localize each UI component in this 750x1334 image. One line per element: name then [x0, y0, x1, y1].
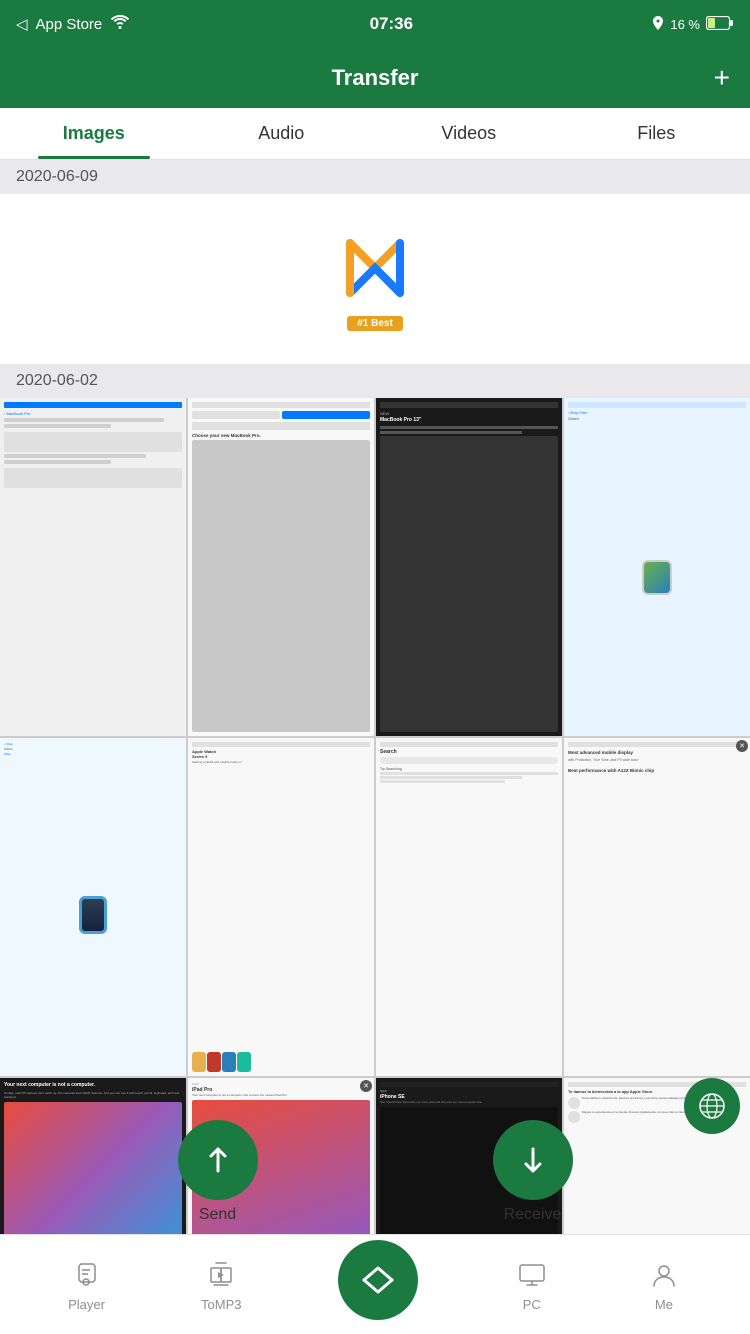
- tab-files[interactable]: Files: [563, 108, 750, 159]
- nav-pc[interactable]: PC: [514, 1257, 550, 1312]
- battery-percent: 16 %: [670, 17, 700, 32]
- tab-images[interactable]: Images: [0, 108, 188, 159]
- receive-fab-button[interactable]: Receive: [493, 1120, 573, 1224]
- nav-me[interactable]: Me: [646, 1257, 682, 1312]
- status-left: ◁ App Store: [16, 15, 130, 33]
- tomp3-label: ToMP3: [201, 1297, 241, 1312]
- globe-button[interactable]: [684, 1078, 740, 1134]
- grid-item[interactable]: Apple WatchSeries 5 Starting at $249 wit…: [188, 738, 374, 1076]
- grid-item[interactable]: Search Try Searching: [376, 738, 562, 1076]
- send-fab-button[interactable]: Send: [178, 1120, 258, 1224]
- grid-item[interactable]: Most advanced mobile display with ProMot…: [564, 738, 750, 1076]
- bottom-nav: Player ToMP3 PC: [0, 1234, 750, 1334]
- date-header-1: 2020-06-09: [0, 160, 750, 194]
- player-label: Player: [68, 1297, 105, 1312]
- wifi-icon: [110, 15, 130, 33]
- me-label: Me: [655, 1297, 673, 1312]
- grid-item[interactable]: ‹ MacBook Pro: [0, 398, 186, 736]
- grid-item[interactable]: NEW MacBook Pro 13": [376, 398, 562, 736]
- header: Transfer +: [0, 48, 750, 108]
- nav-tomp3[interactable]: ToMP3: [201, 1257, 241, 1312]
- date-header-2: 2020-06-02: [0, 364, 750, 398]
- app-logo-icon: [335, 228, 415, 308]
- pc-icon: [514, 1257, 550, 1293]
- tab-bar: Images Audio Videos Files: [0, 108, 750, 160]
- tomp3-icon: [203, 1257, 239, 1293]
- send-label: Send: [199, 1206, 236, 1224]
- receive-circle: [493, 1120, 573, 1200]
- status-bar: ◁ App Store 07:36 16 %: [0, 0, 750, 48]
- fab-container: Send Receive: [0, 1120, 750, 1224]
- app-store-label: App Store: [36, 16, 103, 33]
- page-title: Transfer: [332, 65, 419, 91]
- location-icon: [652, 16, 664, 33]
- image-grid: ‹ MacBook Pro Choose your new MacBook Pr…: [0, 398, 750, 1234]
- single-image-section: #1 Best: [0, 194, 750, 364]
- grid-item[interactable]: ‹ Shop Watch Filter: [0, 738, 186, 1076]
- app-icon-container: #1 Best: [335, 228, 415, 331]
- add-button[interactable]: +: [714, 62, 730, 94]
- grid-item[interactable]: ‹ Shop Filter Watch: [564, 398, 750, 736]
- grid-item[interactable]: Choose your new MacBook Pro.: [188, 398, 374, 736]
- scroll-area[interactable]: 2020-06-09 #1 Best 2020-06-02 ‹ MacBook …: [0, 160, 750, 1234]
- tab-audio[interactable]: Audio: [188, 108, 376, 159]
- receive-label: Receive: [504, 1206, 562, 1224]
- nav-player[interactable]: Player: [68, 1257, 105, 1312]
- status-right: 16 %: [652, 16, 734, 33]
- player-icon: [68, 1257, 104, 1293]
- back-arrow-icon: ◁: [16, 15, 28, 33]
- send-circle: [178, 1120, 258, 1200]
- pc-label: PC: [523, 1297, 541, 1312]
- battery-icon: [706, 16, 734, 33]
- status-time: 07:36: [370, 14, 413, 34]
- me-icon: [646, 1257, 682, 1293]
- transfer-center-button[interactable]: [338, 1240, 418, 1320]
- best-badge: #1 Best: [347, 316, 403, 331]
- tab-videos[interactable]: Videos: [375, 108, 563, 159]
